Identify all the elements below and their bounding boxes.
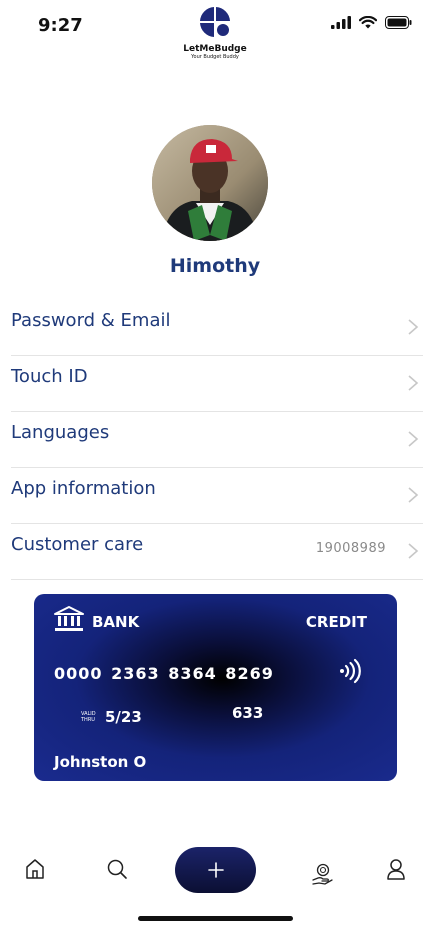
avatar[interactable]	[152, 125, 268, 241]
app-name: LetMeBudge	[183, 44, 247, 54]
home-icon[interactable]	[24, 858, 46, 880]
chevron-right-icon	[408, 487, 419, 503]
search-icon[interactable]	[106, 858, 128, 880]
contactless-icon	[340, 658, 361, 684]
profile-icon[interactable]	[385, 858, 407, 880]
menu-item-label: Customer care	[11, 534, 144, 555]
menu-item-label: Touch ID	[11, 366, 88, 387]
bottom-nav	[0, 840, 430, 900]
card-holder: Johnston O	[54, 753, 147, 771]
status-bar: 9:27 LetMeBudge Your Budget Buddy	[0, 0, 430, 60]
chevron-right-icon	[408, 543, 419, 559]
menu-item-password-email[interactable]: Password & Email	[11, 300, 423, 356]
settings-menu: Password & Email Touch ID Languages App …	[11, 300, 423, 580]
menu-item-label: Password & Email	[11, 310, 171, 331]
valid-thru-label: VALID THRU	[81, 711, 96, 723]
card-number: 0000 2363 8364 8269	[54, 664, 274, 683]
menu-item-touch-id[interactable]: Touch ID	[11, 356, 423, 412]
menu-item-app-information[interactable]: App information	[11, 468, 423, 524]
savings-icon[interactable]	[311, 862, 335, 886]
menu-item-label: App information	[11, 478, 156, 499]
app-tagline: Your Budget Buddy	[191, 54, 239, 60]
customer-care-number: 19008989	[315, 541, 386, 556]
chevron-right-icon	[408, 375, 419, 391]
credit-card[interactable]: BANK CREDIT 0000 2363 8364 8269 VALID TH…	[34, 594, 397, 781]
menu-item-label: Languages	[11, 422, 110, 443]
card-expiry: 5/23	[105, 708, 142, 726]
menu-item-customer-care[interactable]: Customer care 19008989	[11, 524, 423, 580]
card-type: CREDIT	[305, 613, 367, 631]
menu-item-languages[interactable]: Languages	[11, 412, 423, 468]
app-logo: LetMeBudge Your Budget Buddy	[0, 6, 430, 60]
logo-icon	[200, 7, 230, 37]
home-indicator	[138, 916, 293, 921]
chevron-right-icon	[408, 431, 419, 447]
bank-name: BANK	[92, 613, 140, 631]
add-button[interactable]	[175, 847, 256, 893]
chevron-right-icon	[408, 319, 419, 335]
avatar-photo	[152, 125, 268, 241]
card-cvv: 633	[232, 704, 264, 722]
plus-icon	[207, 862, 224, 878]
bank-icon	[54, 606, 84, 631]
profile-name: Himothy	[169, 255, 261, 277]
